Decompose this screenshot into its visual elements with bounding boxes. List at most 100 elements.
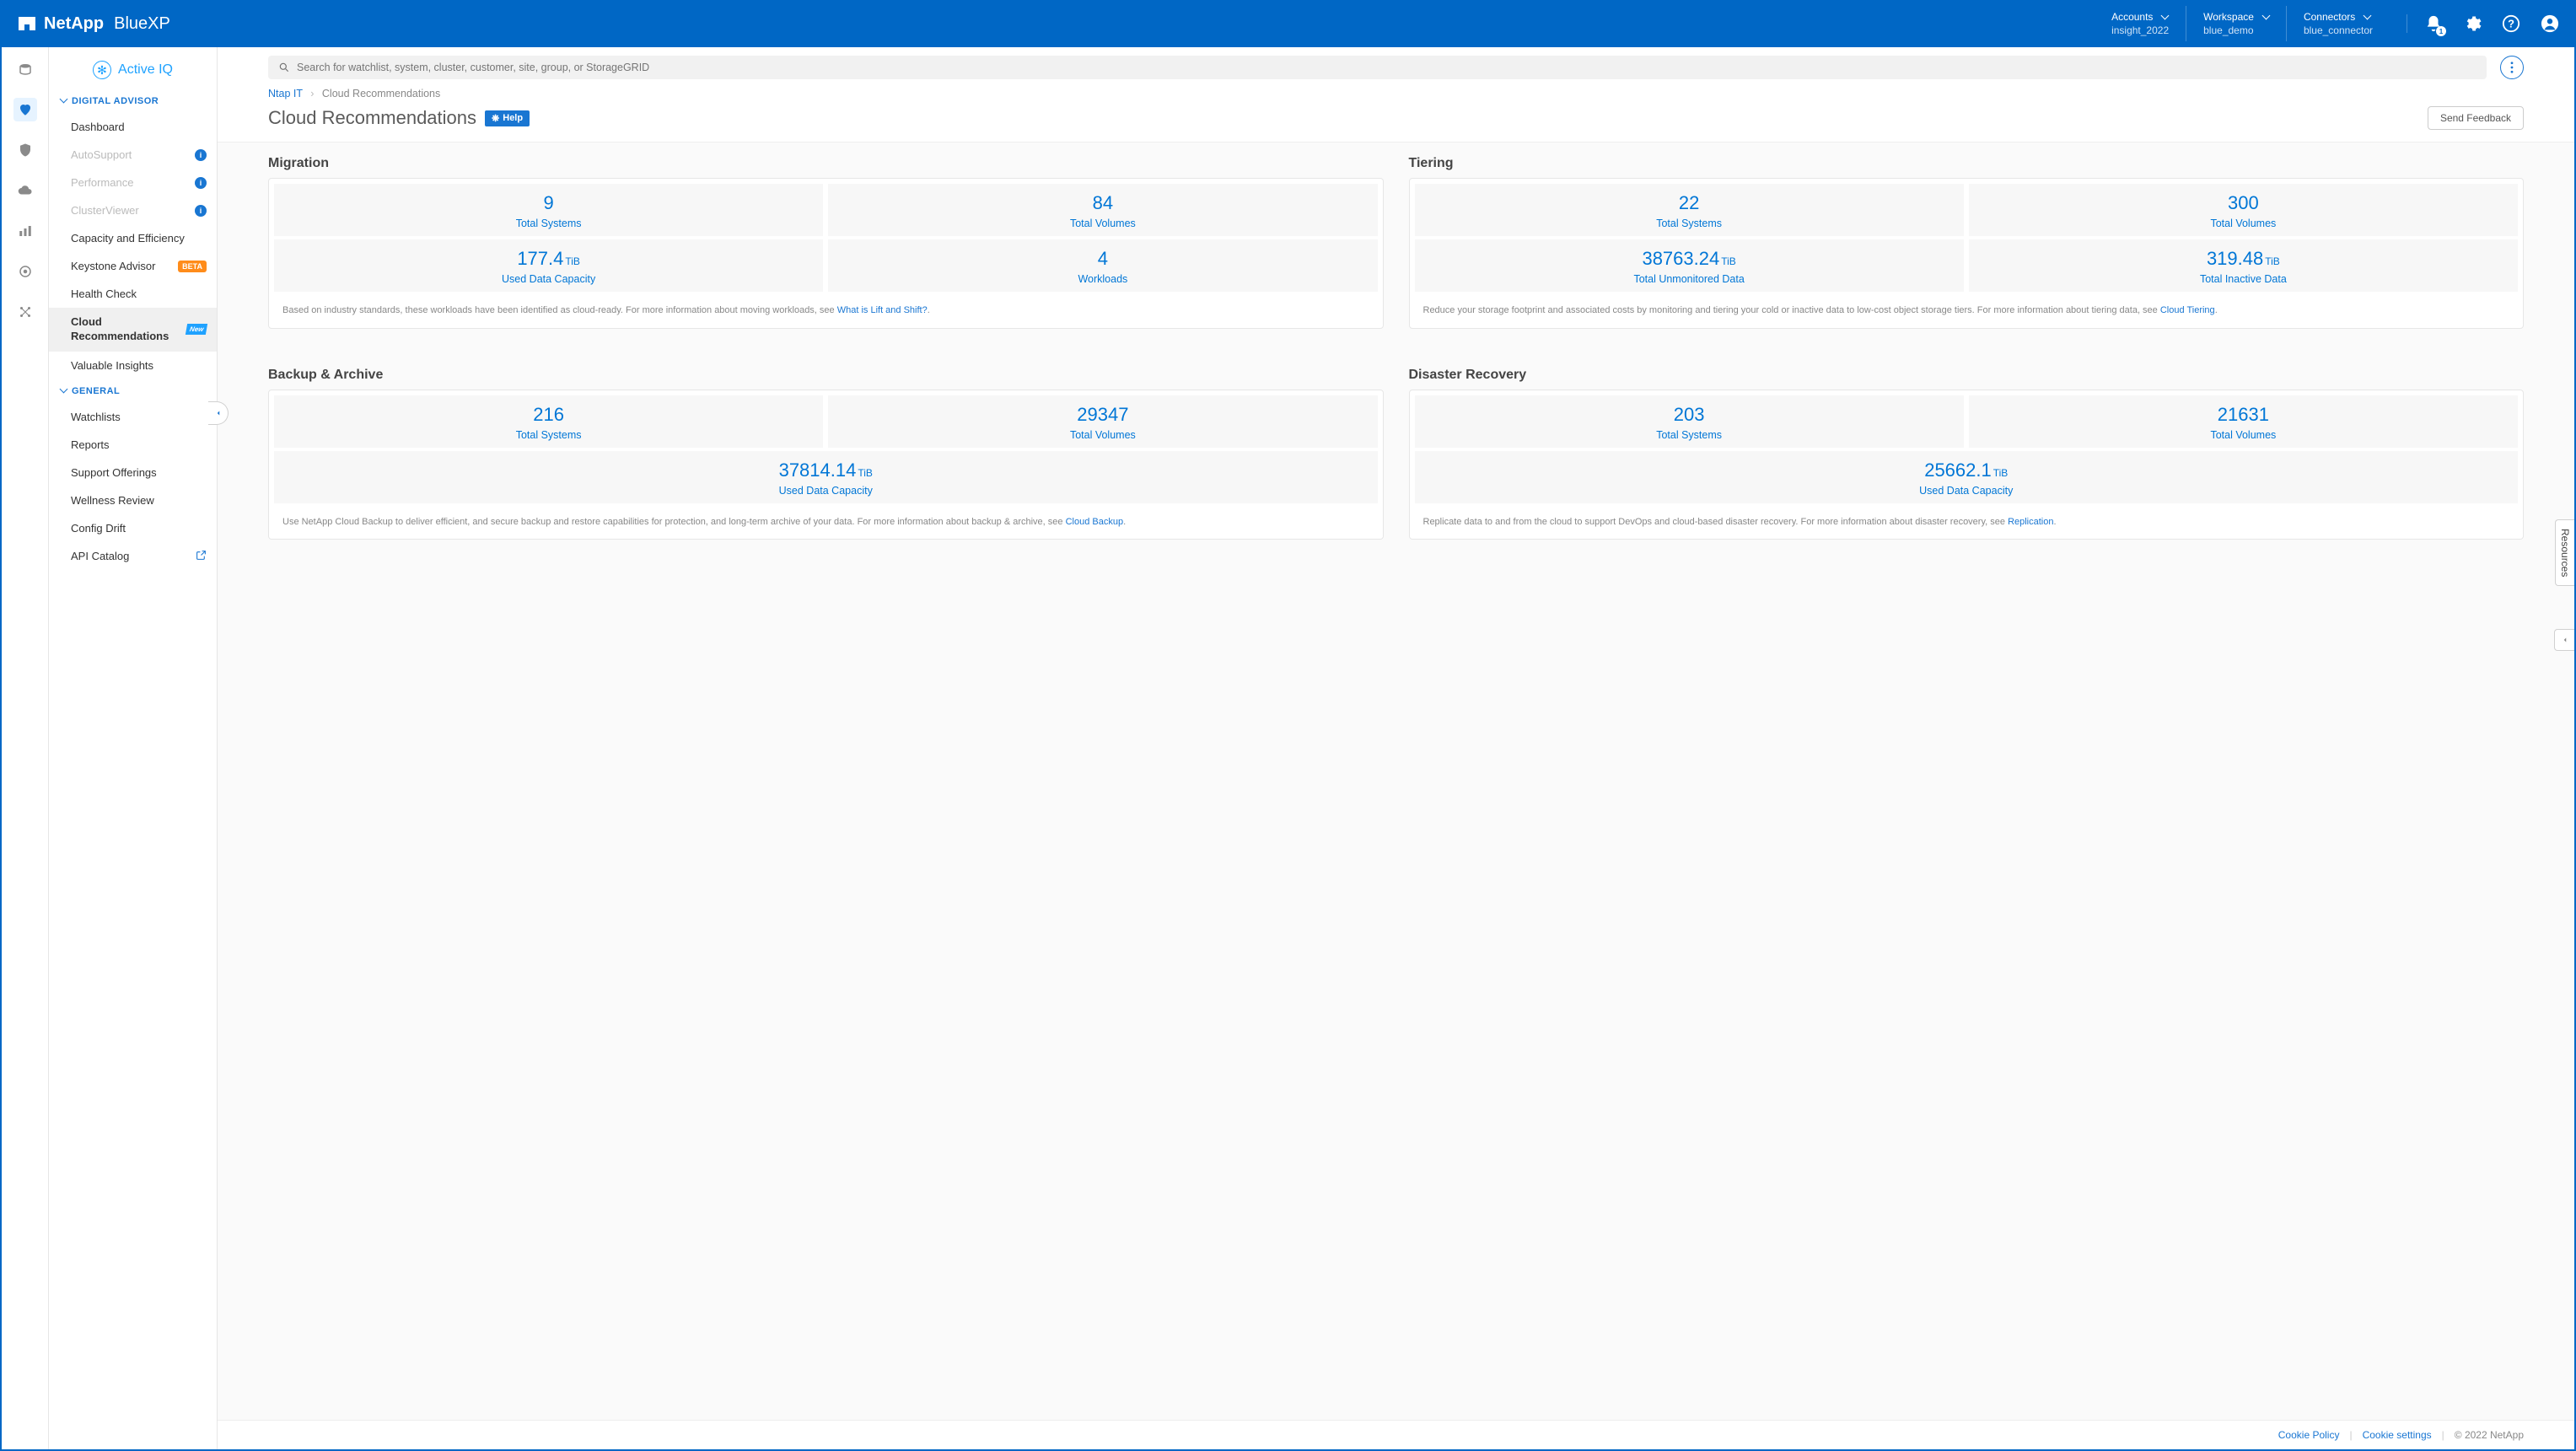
nav-keystone-advisor[interactable]: Keystone AdvisorBETA bbox=[49, 252, 217, 280]
stat-total-systems[interactable]: 216Total Systems bbox=[274, 395, 823, 448]
selector-value: blue_connector bbox=[2304, 24, 2373, 36]
rail-extensions-icon[interactable] bbox=[13, 300, 37, 324]
nav-api-catalog[interactable]: API Catalog bbox=[49, 542, 217, 571]
stat-total-systems[interactable]: 203Total Systems bbox=[1415, 395, 1964, 448]
stat-label: Total Volumes bbox=[828, 218, 1377, 229]
footer-text: Based on industry standards, these workl… bbox=[282, 305, 837, 315]
stat-total-volumes[interactable]: 84Total Volumes bbox=[828, 184, 1377, 236]
stat-total-systems[interactable]: 9Total Systems bbox=[274, 184, 823, 236]
nav-support-offerings[interactable]: Support Offerings bbox=[49, 459, 217, 486]
stat-total-volumes[interactable]: 29347Total Volumes bbox=[828, 395, 1377, 448]
nav-valuable-insights[interactable]: Valuable Insights bbox=[49, 352, 217, 379]
stat-total-systems[interactable]: 22Total Systems bbox=[1415, 184, 1964, 236]
section-dr: Disaster Recovery 203Total Systems 21631… bbox=[1409, 354, 2525, 540]
stat-unit: TiB bbox=[1721, 255, 1736, 267]
nav-label: API Catalog bbox=[71, 550, 129, 562]
nav-capacity-efficiency[interactable]: Capacity and Efficiency bbox=[49, 224, 217, 252]
footer-text: Reduce your storage footprint and associ… bbox=[1423, 305, 2160, 315]
nav-autosupport[interactable]: AutoSupporti bbox=[49, 141, 217, 169]
footer-text: Use NetApp Cloud Backup to deliver effic… bbox=[282, 517, 1066, 527]
rail-compute-icon[interactable] bbox=[13, 260, 37, 283]
breadcrumb: Ntap IT › Cloud Recommendations bbox=[218, 88, 2574, 99]
rail-storage-icon[interactable] bbox=[13, 57, 37, 81]
chevron-down-icon bbox=[2259, 11, 2269, 23]
card-footer: Reduce your storage footprint and associ… bbox=[1415, 295, 2519, 323]
cookie-settings-link[interactable]: Cookie settings bbox=[2363, 1429, 2432, 1441]
more-actions-button[interactable] bbox=[2500, 56, 2524, 79]
section-digital-advisor[interactable]: DIGITAL ADVISOR bbox=[49, 89, 217, 113]
notif-count-badge: 1 bbox=[2436, 26, 2446, 36]
nav-dashboard[interactable]: Dashboard bbox=[49, 113, 217, 141]
selector-workspace[interactable]: Workspace blue_demo bbox=[2186, 6, 2286, 41]
section-general[interactable]: GENERAL bbox=[49, 379, 217, 403]
section-title: Disaster Recovery bbox=[1409, 354, 2525, 390]
nav-label: Wellness Review bbox=[71, 494, 154, 507]
stat-label: Total Volumes bbox=[828, 429, 1377, 441]
footer-after: . bbox=[1123, 517, 1126, 527]
search-input[interactable] bbox=[297, 62, 2477, 73]
stat-used-capacity[interactable]: 37814.14TiBUsed Data Capacity bbox=[274, 451, 1378, 503]
stat-total-volumes[interactable]: 21631Total Volumes bbox=[1969, 395, 2518, 448]
rail-health-icon[interactable] bbox=[13, 98, 37, 121]
page-footer: Cookie Policy | Cookie settings | © 2022… bbox=[218, 1420, 2574, 1449]
main-content: Ntap IT › Cloud Recommendations Cloud Re… bbox=[218, 47, 2574, 1449]
stat-label: Used Data Capacity bbox=[1415, 485, 2519, 497]
footer-link[interactable]: Cloud Tiering bbox=[2160, 305, 2215, 315]
snowflake-icon: ✻ bbox=[93, 61, 111, 79]
selector-accounts[interactable]: Accounts insight_2022 bbox=[2095, 6, 2186, 41]
rail-cloud-sync-icon[interactable] bbox=[13, 179, 37, 202]
stat-label: Total Volumes bbox=[1969, 218, 2518, 229]
nav-health-check[interactable]: Health Check bbox=[49, 280, 217, 308]
gear-icon[interactable] bbox=[2463, 14, 2482, 33]
nav-wellness-review[interactable]: Wellness Review bbox=[49, 486, 217, 514]
nav-clusterviewer[interactable]: ClusterVieweri bbox=[49, 196, 217, 224]
rail-analytics-icon[interactable] bbox=[13, 219, 37, 243]
section-title: Tiering bbox=[1409, 142, 2525, 178]
help-badge[interactable]: Help bbox=[485, 110, 530, 126]
search-icon bbox=[278, 62, 290, 73]
nav-label: Keystone Advisor bbox=[71, 260, 155, 272]
stat-unit: TiB bbox=[2265, 255, 2280, 267]
section-migration: Migration 9Total Systems 84Total Volumes… bbox=[268, 142, 1384, 329]
stat-used-capacity[interactable]: 177.4TiBUsed Data Capacity bbox=[274, 239, 823, 292]
product-name: BlueXP bbox=[114, 14, 170, 34]
section-title: Migration bbox=[268, 142, 1384, 178]
nav-label: Support Offerings bbox=[71, 466, 157, 479]
footer-link[interactable]: Cloud Backup bbox=[1066, 517, 1124, 527]
stat-used-capacity[interactable]: 25662.1TiBUsed Data Capacity bbox=[1415, 451, 2519, 503]
breadcrumb-root[interactable]: Ntap IT bbox=[268, 88, 303, 99]
resources-tab[interactable]: Resources bbox=[2555, 519, 2574, 586]
stat-total-volumes[interactable]: 300 Total Volumes bbox=[1969, 184, 2518, 236]
nav-cloud-recommendations[interactable]: CloudRecommendationsNew bbox=[49, 308, 217, 352]
selector-value: blue_demo bbox=[2203, 24, 2269, 36]
user-avatar-icon[interactable] bbox=[2541, 14, 2559, 33]
nav-config-drift[interactable]: Config Drift bbox=[49, 514, 217, 542]
stat-unmonitored[interactable]: 38763.24TiBTotal Unmonitored Data bbox=[1415, 239, 1964, 292]
selector-value: insight_2022 bbox=[2111, 24, 2169, 36]
footer-link[interactable]: Replication bbox=[2008, 517, 2053, 527]
nav-performance[interactable]: Performancei bbox=[49, 169, 217, 196]
stat-inactive[interactable]: 319.48TiBTotal Inactive Data bbox=[1969, 239, 2518, 292]
brand-logo[interactable]: NetApp BlueXP bbox=[17, 13, 170, 34]
notifications-icon[interactable]: 1 bbox=[2424, 14, 2443, 33]
nav-watchlists[interactable]: Watchlists bbox=[49, 403, 217, 431]
stat-value: 38763.24 bbox=[1642, 248, 1719, 269]
footer-link[interactable]: What is Lift and Shift? bbox=[837, 305, 928, 315]
nav-reports[interactable]: Reports bbox=[49, 431, 217, 459]
icon-rail bbox=[2, 47, 49, 1449]
nav-label: Capacity and Efficiency bbox=[71, 232, 185, 245]
cookie-policy-link[interactable]: Cookie Policy bbox=[2278, 1429, 2340, 1441]
stat-value: 300 bbox=[1969, 192, 2518, 214]
selector-connectors[interactable]: Connectors blue_connector bbox=[2286, 6, 2390, 41]
selector-label: Accounts bbox=[2111, 11, 2153, 23]
search-bar[interactable] bbox=[268, 56, 2487, 79]
help-icon[interactable]: ? bbox=[2502, 14, 2520, 33]
rail-shield-icon[interactable] bbox=[13, 138, 37, 162]
stat-workloads[interactable]: 4Workloads bbox=[828, 239, 1377, 292]
nav-label: Dashboard bbox=[71, 121, 125, 133]
nav-label: Performance bbox=[71, 176, 133, 189]
card-tiering: 22Total Systems 300 Total Volumes 38763.2… bbox=[1409, 178, 2525, 329]
sidebar-brand[interactable]: ✻ Active IQ bbox=[49, 52, 217, 89]
resources-expand-button[interactable] bbox=[2554, 629, 2574, 651]
send-feedback-button[interactable]: Send Feedback bbox=[2428, 106, 2524, 130]
